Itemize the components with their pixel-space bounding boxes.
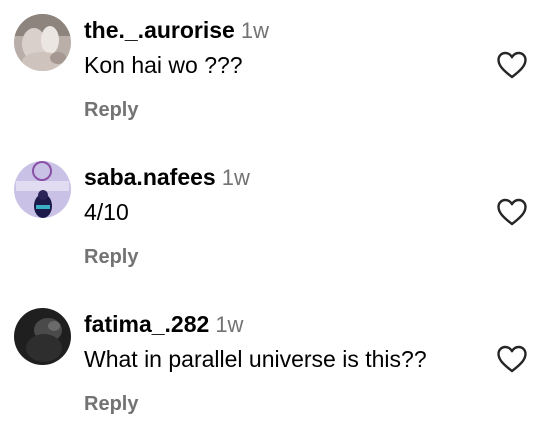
comment-header: the._.aurorise 1w	[84, 16, 269, 48]
like-button[interactable]	[496, 50, 528, 80]
reply-button[interactable]: Reply	[84, 391, 138, 417]
comment-item: saba.nafees 1w 4/10 Reply	[0, 147, 547, 294]
comment-text: What in parallel universe is this??	[84, 346, 427, 372]
reply-button[interactable]: Reply	[84, 97, 138, 123]
timestamp: 1w	[215, 312, 244, 337]
avatar-image	[14, 14, 71, 71]
reply-button[interactable]: Reply	[84, 244, 138, 270]
like-button[interactable]	[496, 344, 528, 374]
heart-outline-icon	[497, 51, 527, 79]
avatar-image	[14, 161, 71, 218]
avatar[interactable]	[14, 308, 71, 365]
timestamp: 1w	[240, 18, 269, 43]
like-button[interactable]	[496, 197, 528, 227]
comment-item: the._.aurorise 1w Kon hai wo ??? Reply	[0, 0, 547, 147]
timestamp: 1w	[221, 165, 250, 190]
username[interactable]: saba.nafees	[84, 164, 216, 190]
heart-outline-icon	[497, 345, 527, 373]
comment-text: Kon hai wo ???	[84, 52, 243, 78]
avatar[interactable]	[14, 14, 71, 71]
heart-outline-icon	[497, 198, 527, 226]
avatar-image	[14, 308, 71, 365]
comment-text: 4/10	[84, 199, 129, 225]
avatar[interactable]	[14, 161, 71, 218]
username[interactable]: the._.aurorise	[84, 17, 235, 43]
comment-header: saba.nafees 1w	[84, 163, 250, 195]
username[interactable]: fatima_.282	[84, 311, 209, 337]
comment-header: fatima_.282 1w	[84, 310, 243, 342]
comment-item: fatima_.282 1w What in parallel universe …	[0, 294, 547, 441]
